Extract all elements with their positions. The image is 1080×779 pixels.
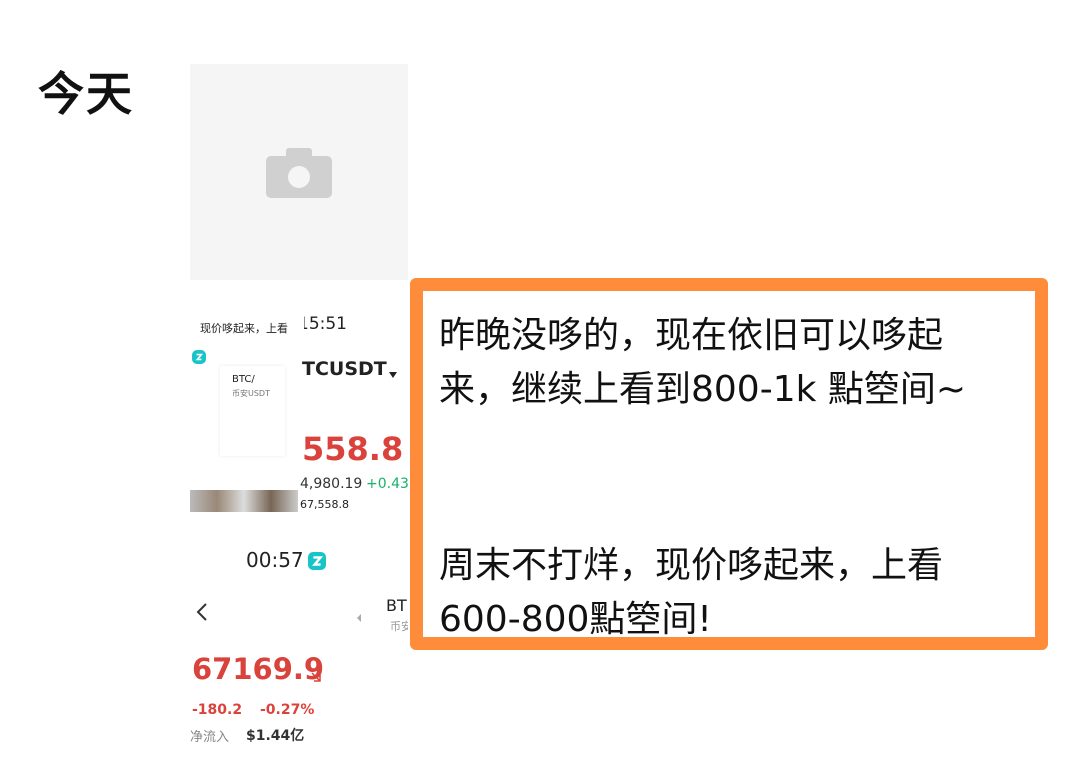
price: 67169.9 — [192, 652, 325, 686]
flow-value: $1.44亿 — [246, 728, 305, 744]
change-abs: -180.2 — [192, 702, 243, 718]
callout-line-1: 昨晚没哆的，现在依旧可以哆起 — [439, 315, 944, 356]
caret-down-icon[interactable] — [388, 364, 398, 383]
change-pct: -0.27% — [260, 702, 315, 718]
pair-name: BT — [386, 596, 407, 615]
side-pair-sub: 币安USDT — [232, 389, 270, 398]
callout-box: 昨晚没哆的，现在依旧可以哆起 来，继续上看到800-1k 點箜间~ 周末不打烊，… — [410, 278, 1048, 650]
side-panel: BTC/ 币安USDT — [220, 366, 285, 456]
bottom-value: 67,558.8 — [300, 498, 349, 511]
callout-line-3: 周末不打烊，现价哆起来，上看 — [439, 545, 944, 586]
chevron-left-icon[interactable] — [196, 602, 208, 626]
flow-label: 净流入 — [190, 730, 230, 745]
screenshot-title: 现价哆起来，上看 — [200, 322, 288, 335]
callout-paragraph-1: 昨晚没哆的，现在依旧可以哆起 来，继续上看到800-1k 點箜间~ — [439, 309, 966, 417]
sub-value: 4,980.19 — [300, 476, 363, 492]
screenshot-time: 00:57 — [246, 548, 304, 572]
pair-sub: 币安 — [390, 620, 408, 633]
small-arrow-left-icon — [356, 608, 362, 627]
callout-paragraph-2: 周末不打烊，现价哆起来，上看 600-800點箜间! — [439, 539, 943, 647]
chat-screenshot-thumbnail[interactable]: 00:57 BT 币安 67169.9 -180.2 -0.27% 净流入 $1… — [190, 530, 408, 752]
date-label: 今天 — [38, 67, 134, 121]
camera-icon — [266, 146, 332, 202]
callout-line-4: 600-800點箜间! — [439, 599, 712, 640]
side-pair-name: BTC/ — [232, 374, 255, 385]
app-logo-icon — [308, 552, 326, 570]
pair-name: TCUSDT — [302, 358, 387, 380]
down-arrow-icon — [310, 668, 322, 687]
sub-change: +0.43 — [366, 476, 408, 492]
price-big: 558.8 — [302, 430, 404, 468]
app-logo-icon — [192, 350, 206, 364]
chat-screenshot-thumbnail[interactable]: 现价哆起来，上看 15:51 BTC/ 币安USDT TCUSDT 558.8 … — [190, 300, 408, 512]
screenshot-time: 15:51 — [298, 314, 347, 334]
avatar-strip — [190, 490, 298, 512]
photo-placeholder[interactable] — [190, 64, 408, 280]
callout-line-2: 来，继续上看到800-1k 點箜间~ — [439, 369, 967, 410]
